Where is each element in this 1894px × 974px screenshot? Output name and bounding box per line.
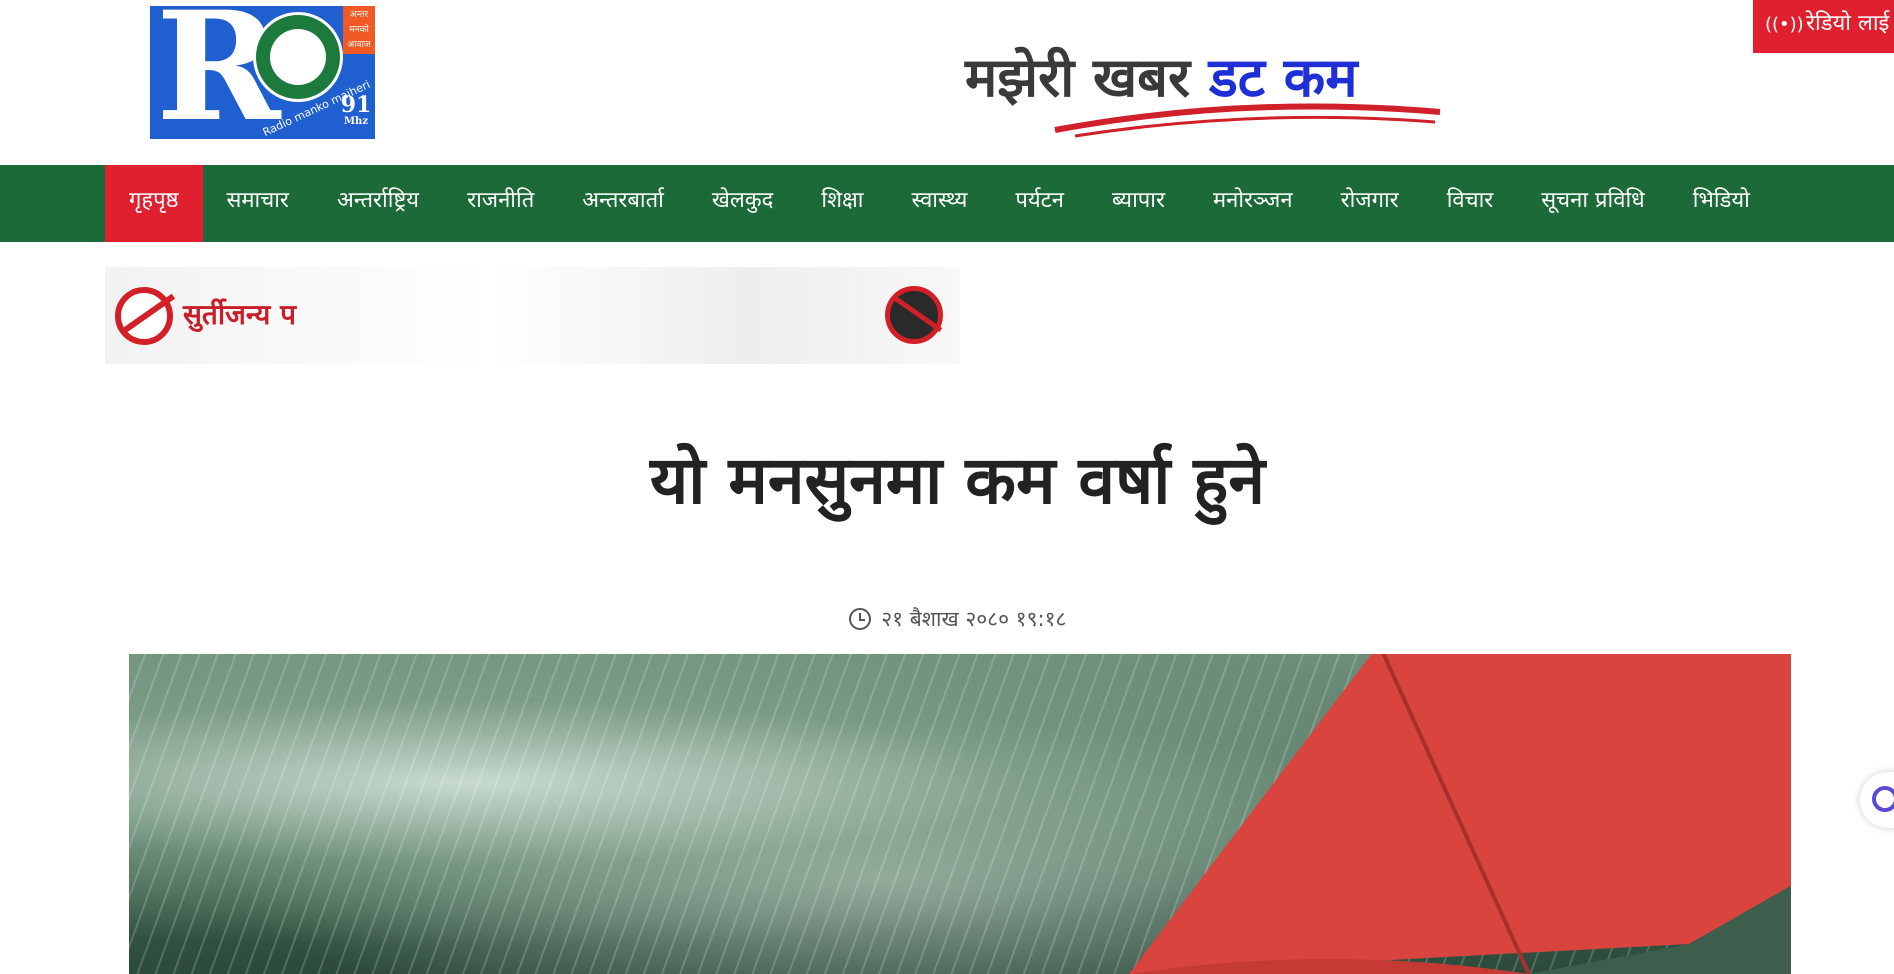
chat-icon <box>1872 786 1894 812</box>
red-umbrella-image <box>1129 654 1791 974</box>
brand-swoosh <box>1054 103 1441 138</box>
nav-item-2[interactable]: अन्तर्राष्ट्रिय <box>313 165 443 242</box>
nav-item-3[interactable]: राजनीति <box>443 165 558 242</box>
article-headline: यो मनसुनमा कम वर्षा हुने <box>650 442 1265 519</box>
nav-item-7[interactable]: स्वास्थ्य <box>888 165 992 242</box>
radio-live-button[interactable]: ((•)) रेडियो लाई <box>1753 0 1894 53</box>
logo-tagline: अन्तर मनको आवाज <box>343 6 375 54</box>
advertisement-banner[interactable]: सुर्तीजन्य प <box>105 267 960 364</box>
nav-item-4[interactable]: अन्तरबार्ता <box>558 165 688 242</box>
article-timestamp: २१ बैशाख २०८० १९:१८ <box>881 607 1067 631</box>
site-brand-logo[interactable]: मझेरी खबर डट कम <box>965 48 1475 138</box>
broadcast-icon: ((•)) <box>1765 14 1804 35</box>
no-tobacco-icon <box>885 286 943 344</box>
nav-item-6[interactable]: शिक्षा <box>797 165 887 242</box>
brand-text: मझेरी खबर डट कम <box>965 48 1475 108</box>
logo-emblem <box>253 12 343 102</box>
ad-text: सुर्तीजन्य प <box>183 298 297 331</box>
nav-item-5[interactable]: खेलकुद <box>688 165 798 242</box>
nav-item-11[interactable]: रोजगार <box>1317 165 1423 242</box>
site-header: R अन्तर मनको आवाज Radio manko majheri 91… <box>0 0 1894 165</box>
nav-item-8[interactable]: पर्यटन <box>991 165 1088 242</box>
nav-item-13[interactable]: सूचना प्रविधि <box>1517 165 1668 242</box>
nav-item-14[interactable]: भिडियो <box>1669 165 1774 242</box>
article-hero-image <box>129 654 1791 974</box>
main-navigation: गृहपृष्ठ समाचार अन्तर्राष्ट्रिय राजनीति अन्त… <box>0 165 1894 242</box>
radio-live-label: रेडियो लाई <box>1806 11 1890 36</box>
clock-icon <box>848 608 871 630</box>
logo-emblem-inner <box>270 29 326 85</box>
nav-item-12[interactable]: विचार <box>1423 165 1518 242</box>
article-meta: २१ बैशाख २०८० १९:१८ <box>0 605 1894 633</box>
nav-menu: गृहपृष्ठ समाचार अन्तर्राष्ट्रिय राजनीति अन्त… <box>105 165 1774 242</box>
nav-item-10[interactable]: मनोरञ्जन <box>1189 165 1317 242</box>
logo-frequency: 91 Mhz <box>338 94 374 127</box>
nav-item-1[interactable]: समाचार <box>203 165 313 242</box>
floating-chat-button[interactable] <box>1860 772 1894 828</box>
logo-frequency-number: 91 <box>340 92 372 118</box>
nav-item-0[interactable]: गृहपृष्ठ <box>105 165 203 242</box>
radio-logo[interactable]: R अन्तर मनको आवाज Radio manko majheri 91… <box>150 6 375 139</box>
nav-item-9[interactable]: ब्यापार <box>1088 165 1189 242</box>
no-smoking-icon <box>115 287 173 345</box>
